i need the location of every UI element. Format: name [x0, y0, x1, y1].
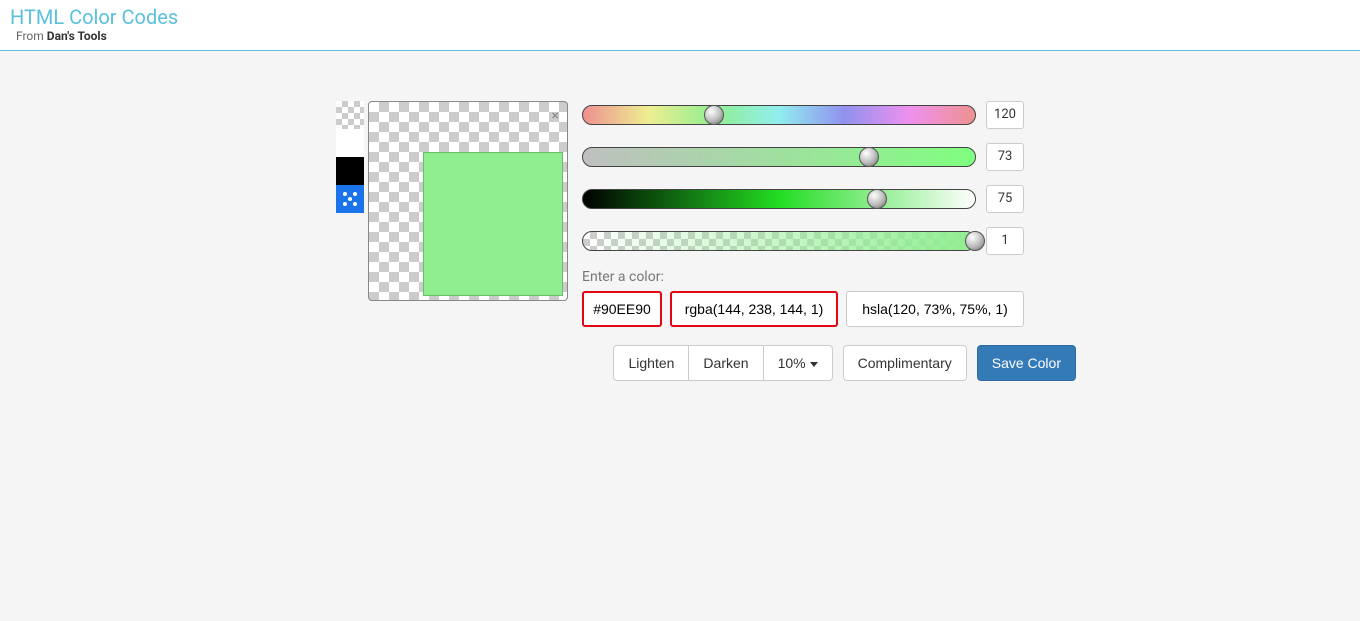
saturation-slider-row: 73: [582, 143, 1024, 171]
alpha-slider[interactable]: [582, 231, 976, 251]
alpha-slider-row: 1: [582, 227, 1024, 255]
saturation-value[interactable]: 73: [986, 143, 1024, 171]
close-icon[interactable]: ×: [552, 108, 559, 124]
hue-slider-row: 120: [582, 101, 1024, 129]
percent-dropdown[interactable]: 10%: [764, 345, 833, 381]
page-header: HTML Color Codes From Dan's Tools: [0, 0, 1360, 51]
app-title: HTML Color Codes: [10, 5, 1350, 29]
main-area: × 120 73 75: [0, 51, 1360, 431]
hex-input[interactable]: [582, 291, 662, 327]
swatch-transparent[interactable]: [336, 101, 364, 129]
darken-button[interactable]: Darken: [689, 345, 763, 381]
lightness-value[interactable]: 75: [986, 185, 1024, 213]
preview-column: ×: [336, 101, 568, 381]
controls-column: 120 73 75 1 Enter a color:: [582, 101, 1024, 381]
swatch-black[interactable]: [336, 157, 364, 185]
color-inputs-row: [582, 291, 1024, 327]
swatch-list: [336, 101, 364, 381]
hue-value[interactable]: 120: [986, 101, 1024, 129]
saturation-slider[interactable]: [582, 147, 976, 167]
rgba-input[interactable]: [670, 291, 838, 327]
dice-icon: [341, 190, 359, 208]
hsla-input[interactable]: [846, 291, 1024, 327]
alpha-value[interactable]: 1: [986, 227, 1024, 255]
action-buttons-row: Lighten Darken 10% Complimentary Save Co…: [582, 345, 1076, 381]
subtitle-prefix: From: [16, 29, 47, 43]
swatch-white[interactable]: [336, 129, 364, 157]
lightness-slider[interactable]: [582, 189, 976, 209]
save-color-button[interactable]: Save Color: [977, 345, 1076, 381]
color-picker: × 120 73 75: [336, 101, 1024, 381]
lighten-darken-group: Lighten Darken 10%: [613, 345, 832, 381]
swatch-random[interactable]: [336, 185, 364, 213]
percent-label: 10%: [778, 355, 806, 371]
hue-slider[interactable]: [582, 105, 976, 125]
caret-down-icon: [810, 362, 818, 367]
lightness-slider-thumb[interactable]: [867, 189, 887, 209]
hue-slider-thumb[interactable]: [704, 105, 724, 125]
complimentary-button[interactable]: Complimentary: [843, 345, 967, 381]
lighten-button[interactable]: Lighten: [613, 345, 689, 381]
lightness-slider-row: 75: [582, 185, 1024, 213]
alpha-slider-thumb[interactable]: [965, 231, 985, 251]
color-preview: ×: [368, 101, 568, 301]
app-subtitle: From Dan's Tools: [16, 29, 1350, 43]
saturation-slider-thumb[interactable]: [859, 147, 879, 167]
color-preview-fill: [423, 152, 563, 296]
enter-color-label: Enter a color:: [582, 269, 1024, 285]
subtitle-brand: Dan's Tools: [47, 29, 107, 43]
